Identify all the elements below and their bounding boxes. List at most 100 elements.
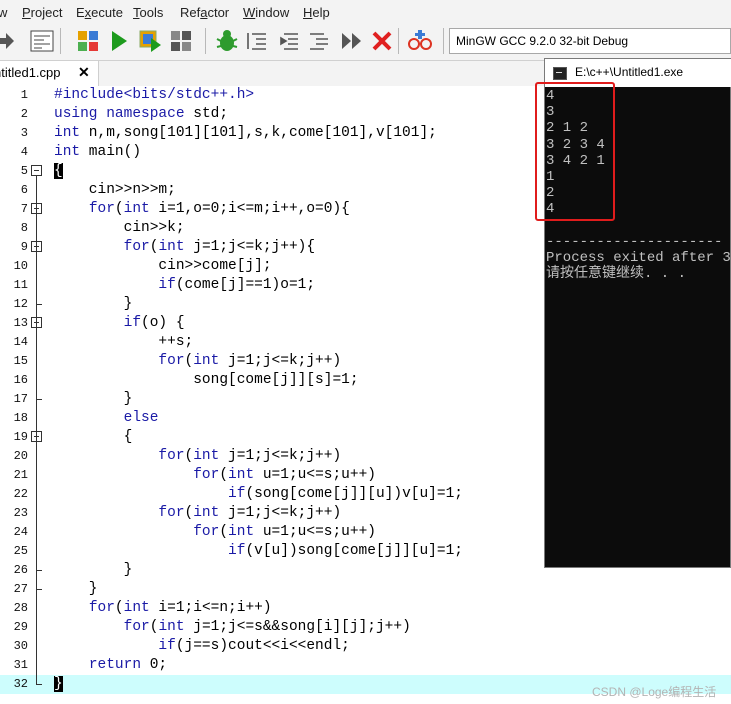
code-text: for(int i=1;i<=n;i++) <box>88 600 272 616</box>
fold-end-marker <box>36 399 42 400</box>
code-line[interactable]: 27 } <box>0 580 731 599</box>
code-text: for(int u=1;u<=s;u++) <box>193 467 376 483</box>
step-icon[interactable] <box>338 27 366 55</box>
console-line: --------------------- <box>546 233 723 250</box>
line-number: 32 <box>13 677 28 691</box>
code-text: } <box>54 676 63 692</box>
fold-end-marker <box>36 304 42 305</box>
close-icon[interactable]: ✕ <box>78 64 90 81</box>
highlight-box <box>535 82 615 221</box>
console-line: Process exited after 3.0 <box>546 250 731 266</box>
code-text: { <box>54 429 133 445</box>
menu-window[interactable]: Window <box>243 5 297 20</box>
console-line: 请按任意键继续. . . <box>546 266 687 283</box>
code-text: for(int j=1;j<=k;j++) <box>158 353 342 369</box>
menu-help[interactable]: Help <box>303 5 338 20</box>
code-text: } <box>54 296 133 312</box>
code-text: cin>>k; <box>54 220 185 236</box>
code-text: for(int j=1;j<=k;j++){ <box>123 239 316 255</box>
code-text: for(int j=1;j<=k;j++) <box>158 448 342 464</box>
line-number: 4 <box>20 145 28 159</box>
line-number: 11 <box>13 278 28 292</box>
line-number: 6 <box>20 183 28 197</box>
debug-icon[interactable] <box>213 27 241 55</box>
line-number: 20 <box>13 449 28 463</box>
toolbar-separator <box>443 28 444 54</box>
line-number: 18 <box>13 411 28 425</box>
line-number: 24 <box>13 525 28 539</box>
toolbar-separator <box>205 28 206 54</box>
line-number: 31 <box>13 658 28 672</box>
fold-toggle-icon[interactable] <box>31 165 42 176</box>
code-text: using namespace std; <box>54 106 229 122</box>
code-text: return 0; <box>88 657 168 673</box>
line-number: 8 <box>20 221 28 235</box>
line-number: 23 <box>13 506 28 520</box>
code-line[interactable]: 29 for(int j=1;j<=s&&song[i][j];j++) <box>0 618 731 637</box>
code-text: cin>>come[j]; <box>54 258 272 274</box>
code-text: for(int j=1;j<=k;j++) <box>158 505 342 521</box>
line-number: 17 <box>13 392 28 406</box>
console-title: E:\c++\Untitled1.exe <box>575 65 684 79</box>
menu-tools[interactable]: Tools <box>133 5 171 20</box>
line-number: 5 <box>20 164 28 178</box>
unindent-icon[interactable] <box>275 27 303 55</box>
code-text: if(song[come[j]][u])v[u]=1; <box>228 486 463 502</box>
indent-icon[interactable] <box>243 27 271 55</box>
code-text: } <box>54 581 98 597</box>
compile-run-icon[interactable] <box>137 27 165 55</box>
code-text: cin>>n>>m; <box>54 182 176 198</box>
run-icon[interactable] <box>105 27 133 55</box>
menu-execute[interactable]: Execute <box>76 5 131 20</box>
line-number: 9 <box>20 240 28 254</box>
code-text: int n,m,song[101][101],s,k,come[101],v[1… <box>54 125 437 141</box>
watermark: CSDN @Loge编程生活 <box>592 685 717 699</box>
code-line[interactable]: 31 return 0; <box>0 656 731 675</box>
rebuild-icon[interactable] <box>167 27 195 55</box>
code-text: } <box>54 391 133 407</box>
stop-icon[interactable] <box>368 27 396 55</box>
tab-untitled1[interactable]: ntitled1.cpp ✕ <box>0 61 99 86</box>
compile-icon[interactable] <box>74 27 102 55</box>
code-text: { <box>54 163 63 179</box>
menu-bar: w Project Execute Tools Refactor Window Help <box>0 0 731 24</box>
compiler-select[interactable]: MinGW GCC 9.2.0 32-bit Debug <box>449 28 731 54</box>
menu-project[interactable]: Project <box>22 5 70 20</box>
code-text: for(int i=1,o=0;i<=m;i++,o=0){ <box>88 201 350 217</box>
line-number: 30 <box>13 639 28 653</box>
properties-icon[interactable] <box>28 27 56 55</box>
line-number: 12 <box>13 297 28 311</box>
line-number: 26 <box>13 563 28 577</box>
tab-label: ntitled1.cpp <box>0 65 61 80</box>
toolbar: MinGW GCC 9.2.0 32-bit Debug <box>0 24 731 61</box>
line-number: 15 <box>13 354 28 368</box>
profile-icon[interactable] <box>406 27 434 55</box>
code-line[interactable]: 28 for(int i=1;i<=n;i++) <box>0 599 731 618</box>
toggle-comment-icon[interactable] <box>305 27 333 55</box>
fold-end-marker <box>36 570 42 571</box>
code-text: } <box>54 562 133 578</box>
arrow-right-icon[interactable] <box>0 27 20 55</box>
toolbar-separator <box>398 28 399 54</box>
code-text: ++s; <box>54 334 194 350</box>
line-number: 13 <box>13 316 28 330</box>
line-number: 21 <box>13 468 28 482</box>
code-text: if(come[j]==1)o=1; <box>158 277 316 293</box>
line-number: 7 <box>20 202 28 216</box>
line-number: 27 <box>13 582 28 596</box>
code-line[interactable]: 30 if(j==s)cout<<i<<endl; <box>0 637 731 656</box>
code-text: for(int u=1;u<=s;u++) <box>193 524 376 540</box>
menu-refactor[interactable]: Refactor <box>180 5 237 20</box>
fold-end-marker <box>36 684 42 685</box>
code-text: int main() <box>54 144 142 160</box>
line-number: 2 <box>20 107 28 121</box>
line-number: 29 <box>13 620 28 634</box>
line-number: 14 <box>13 335 28 349</box>
menu-w[interactable]: w <box>0 5 15 20</box>
line-number: 19 <box>13 430 28 444</box>
fold-guide <box>36 176 37 685</box>
code-text: if(v[u])song[come[j]][u]=1; <box>228 543 463 559</box>
code-text: #include<bits/stdc++.h> <box>54 87 255 103</box>
line-number: 28 <box>13 601 28 615</box>
line-number: 10 <box>13 259 28 273</box>
